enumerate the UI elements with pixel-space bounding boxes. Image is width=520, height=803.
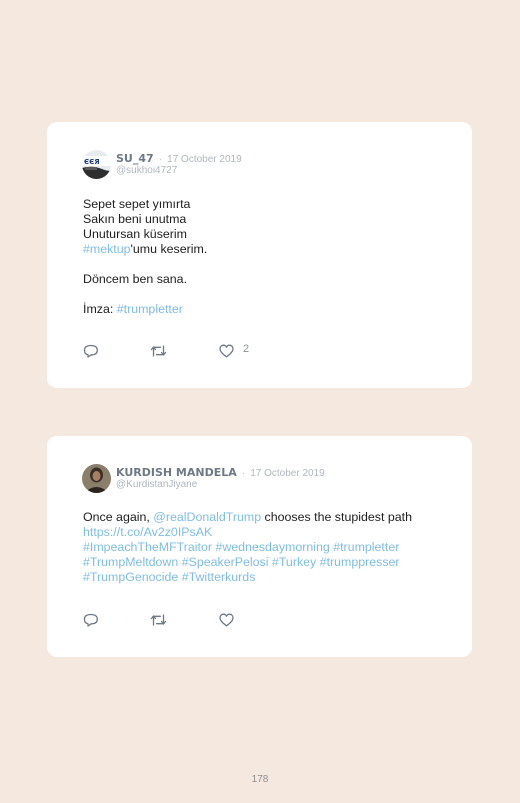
tweet-text: Sepet sepet yımırta Sakın beni unutma Un… bbox=[83, 197, 452, 317]
retweet-icon[interactable] bbox=[150, 613, 167, 627]
author-name[interactable]: KURDISH MANDELA bbox=[116, 466, 237, 479]
avatar[interactable] bbox=[82, 464, 111, 493]
tweet-line-rest: 'umu keserim. bbox=[130, 242, 208, 256]
hashtag-link[interactable]: #trumpletter bbox=[117, 302, 183, 316]
like-count: 2 bbox=[243, 343, 250, 355]
author-handle[interactable]: @KurdistanJiyane bbox=[116, 479, 197, 490]
hashtag-line[interactable]: #TrumpGenocide #Twitterkurds bbox=[83, 570, 452, 585]
reply-icon[interactable] bbox=[83, 344, 99, 358]
hashtag-line[interactable]: #TrumpMeltdown #SpeakerPelosi #Turkey #t… bbox=[83, 555, 452, 570]
tweet-text: Once again, @realDonaldTrump chooses the… bbox=[83, 510, 452, 585]
avatar-lettering: ЄЄЯ bbox=[84, 158, 100, 166]
tweet-line: Sakın beni unutma bbox=[83, 212, 187, 226]
tweet-text-before: Once again, bbox=[83, 510, 154, 524]
author-line: SU_47 · 17 October 2019 bbox=[116, 152, 242, 165]
tweet-date[interactable]: 17 October 2019 bbox=[250, 468, 325, 479]
separator-dot: · bbox=[241, 468, 246, 479]
tweet-line: Döncem ben sana. bbox=[83, 272, 188, 286]
url-link[interactable]: https://t.co/Av2z0IPsAK bbox=[83, 525, 452, 540]
tweet-text-after: chooses the stupidest path bbox=[261, 510, 412, 524]
signature-line: İmza: #trumpletter bbox=[83, 302, 452, 317]
retweet-icon[interactable] bbox=[150, 344, 167, 358]
like-icon[interactable] bbox=[219, 344, 234, 358]
author-handle[interactable]: @sukhoi4727 bbox=[116, 165, 177, 176]
tweet-date[interactable]: 17 October 2019 bbox=[167, 154, 242, 165]
author-name[interactable]: SU_47 bbox=[116, 152, 154, 165]
reply-icon[interactable] bbox=[83, 613, 99, 627]
author-line: KURDISH MANDELA · 17 October 2019 bbox=[116, 466, 325, 479]
tweet-line: Sepet sepet yımırta bbox=[83, 197, 191, 211]
like-icon[interactable] bbox=[219, 613, 234, 627]
tweet-card: ЄЄЯ SU_47 · 17 October 2019 @sukhoi4727 … bbox=[47, 122, 472, 388]
signature-prefix: İmza: bbox=[83, 302, 117, 316]
avatar[interactable]: ЄЄЯ bbox=[82, 150, 111, 179]
tweet-line: Once again, @realDonaldTrump chooses the… bbox=[83, 510, 452, 525]
hashtag-link[interactable]: #mektup bbox=[83, 242, 131, 256]
mention-link[interactable]: @realDonaldTrump bbox=[153, 510, 261, 524]
page-number: 178 bbox=[251, 774, 269, 785]
tweet-line: #mektup'umu keserim. bbox=[83, 242, 452, 257]
tweet-card: KURDISH MANDELA · 17 October 2019 @Kurdi… bbox=[47, 436, 472, 657]
tweet-line: Unutursan küserim bbox=[83, 227, 187, 241]
separator-dot: · bbox=[158, 154, 163, 165]
hashtag-line[interactable]: #ImpeachTheMFTraitor #wednesdaymorning #… bbox=[83, 540, 452, 555]
